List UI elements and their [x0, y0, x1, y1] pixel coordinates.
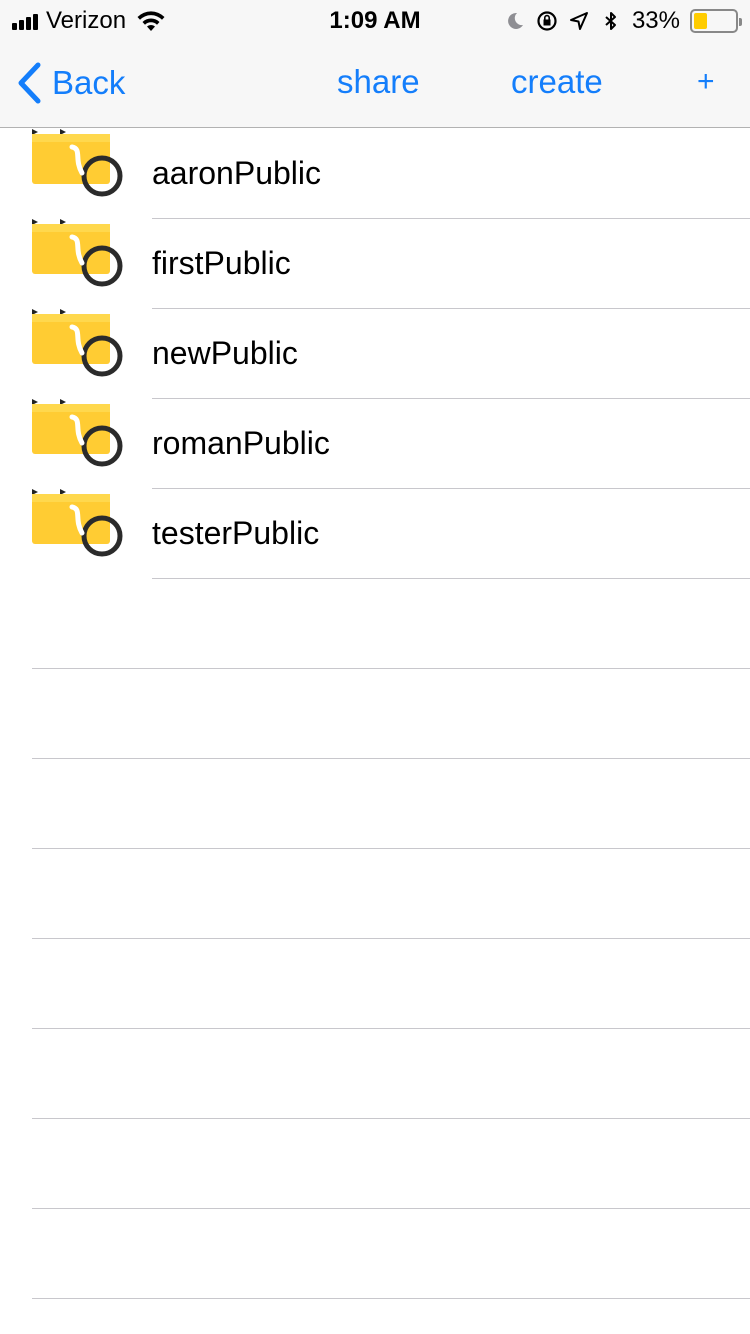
- list-item[interactable]: newPublic: [0, 309, 750, 399]
- empty-row: [0, 1029, 750, 1119]
- folder-name: newPublic: [152, 335, 298, 371]
- list-item[interactable]: romanPublic: [0, 399, 750, 489]
- moon-icon: [508, 12, 523, 29]
- rotation-lock-icon: [537, 11, 557, 31]
- folder-name: testerPublic: [152, 515, 320, 551]
- chevron-left-icon: [18, 62, 41, 104]
- empty-row: [0, 669, 750, 759]
- navigation-bar: Back share create +: [0, 40, 750, 128]
- share-button[interactable]: share: [337, 62, 420, 102]
- battery-percent: 33%: [631, 7, 680, 34]
- folder-list: aaronPublic firstPublic newPublic romanP…: [0, 129, 750, 1299]
- back-label: Back: [52, 64, 126, 101]
- folder-name: romanPublic: [152, 425, 330, 461]
- shared-folder-icon: [32, 219, 123, 287]
- shared-folder-icon: [32, 489, 123, 557]
- empty-row: [0, 579, 750, 669]
- add-button[interactable]: +: [697, 62, 715, 102]
- row-separator: [32, 1298, 750, 1299]
- folder-name: firstPublic: [152, 245, 291, 281]
- empty-row: [0, 849, 750, 939]
- create-button[interactable]: create: [511, 62, 603, 102]
- empty-row: [0, 1209, 750, 1299]
- shared-folder-icon: [32, 129, 123, 197]
- bluetooth-icon: [605, 12, 616, 30]
- empty-row: [0, 1119, 750, 1209]
- list-item[interactable]: aaronPublic: [0, 129, 750, 219]
- shared-folder-icon: [32, 399, 123, 467]
- back-button[interactable]: Back: [16, 62, 125, 104]
- location-icon: [569, 12, 588, 30]
- battery-icon: [690, 9, 742, 33]
- status-bar: Verizon 1:09 AM 33%: [0, 0, 750, 40]
- empty-row: [0, 939, 750, 1029]
- list-item[interactable]: testerPublic: [0, 489, 750, 579]
- folder-name: aaronPublic: [152, 155, 321, 191]
- shared-folder-icon: [32, 309, 123, 377]
- list-item[interactable]: firstPublic: [0, 219, 750, 309]
- empty-row: [0, 759, 750, 849]
- status-right: 33%: [504, 7, 742, 35]
